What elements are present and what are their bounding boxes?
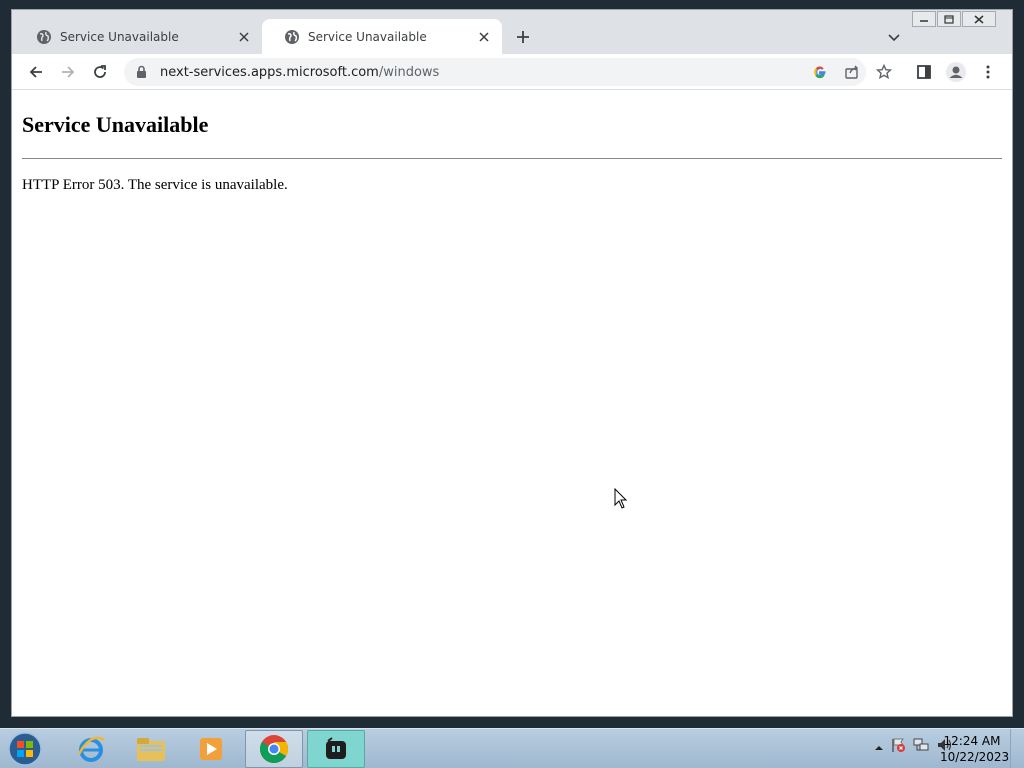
side-panel-icon[interactable] [912, 60, 936, 84]
folder-icon [137, 738, 165, 761]
windows-orb-icon [8, 732, 42, 766]
globe-icon [36, 29, 52, 45]
reload-icon [94, 65, 106, 78]
google-lens-icon[interactable] [808, 60, 832, 84]
tab-title: Service Unavailable [308, 29, 427, 44]
page-content: Service Unavailable HTTP Error 503. The … [12, 91, 1012, 716]
taskbar-app[interactable] [307, 730, 365, 768]
share-icon[interactable] [840, 60, 864, 84]
close-window-button[interactable] [962, 11, 996, 27]
mouse-cursor-icon [614, 487, 628, 515]
action-center-flag-icon[interactable] [890, 737, 906, 758]
page-heading: Service Unavailable [22, 112, 209, 137]
arrow-right-icon [62, 66, 75, 78]
reload-button[interactable] [88, 60, 112, 84]
taskbar-file-explorer[interactable] [122, 730, 180, 768]
bookmark-star-icon[interactable] [872, 60, 896, 84]
browser-window: Service Unavailable Service Unavailable [11, 9, 1013, 717]
globe-icon [284, 29, 300, 45]
app-icon [326, 737, 346, 759]
internet-explorer-icon [77, 736, 105, 762]
taskbar-internet-explorer[interactable] [62, 730, 120, 768]
restore-button[interactable] [937, 11, 961, 27]
close-tab-icon[interactable] [236, 29, 252, 45]
divider [22, 158, 1002, 159]
window-controls [912, 11, 996, 27]
network-icon[interactable] [912, 737, 930, 758]
tab-strip: Service Unavailable Service Unavailable [12, 10, 1012, 54]
chrome-icon [260, 735, 288, 763]
tab-search-chevron-icon[interactable] [884, 28, 904, 48]
new-tab-button[interactable] [512, 26, 534, 48]
minimize-button[interactable] [912, 11, 936, 27]
close-tab-icon[interactable] [476, 29, 492, 45]
start-button[interactable] [6, 731, 44, 767]
menu-kebab-icon[interactable] [976, 60, 1000, 84]
clock-date: 10/22/2023 [940, 750, 1010, 764]
profile-avatar-icon[interactable] [944, 60, 968, 84]
url-path: /windows [378, 64, 440, 80]
tab-service-unavailable-1[interactable]: Service Unavailable [14, 19, 262, 54]
clock-time: 12:24 AM [943, 734, 1001, 748]
taskbar-chrome[interactable] [245, 730, 303, 768]
url-host: next-services.apps.microsoft.com [160, 64, 379, 80]
tray-expand-icon[interactable] [874, 739, 884, 757]
taskbar: 12:24 AM 10/22/2023 [0, 728, 1024, 768]
lock-icon [136, 65, 148, 79]
back-button[interactable] [24, 60, 48, 84]
tab-title: Service Unavailable [60, 29, 179, 44]
error-message: HTTP Error 503. The service is unavailab… [22, 177, 288, 193]
arrow-left-icon [29, 66, 42, 78]
taskbar-clock[interactable]: 12:24 AM 10/22/2023 [940, 733, 1010, 765]
media-player-icon [200, 738, 222, 760]
browser-toolbar: next-services.apps.microsoft.com/windows [12, 54, 1012, 90]
tab-service-unavailable-2[interactable]: Service Unavailable [262, 19, 502, 54]
address-bar[interactable]: next-services.apps.microsoft.com/windows [124, 58, 866, 86]
taskbar-media-player[interactable] [182, 730, 240, 768]
forward-button[interactable] [56, 60, 80, 84]
show-desktop-button[interactable] [1010, 729, 1024, 768]
